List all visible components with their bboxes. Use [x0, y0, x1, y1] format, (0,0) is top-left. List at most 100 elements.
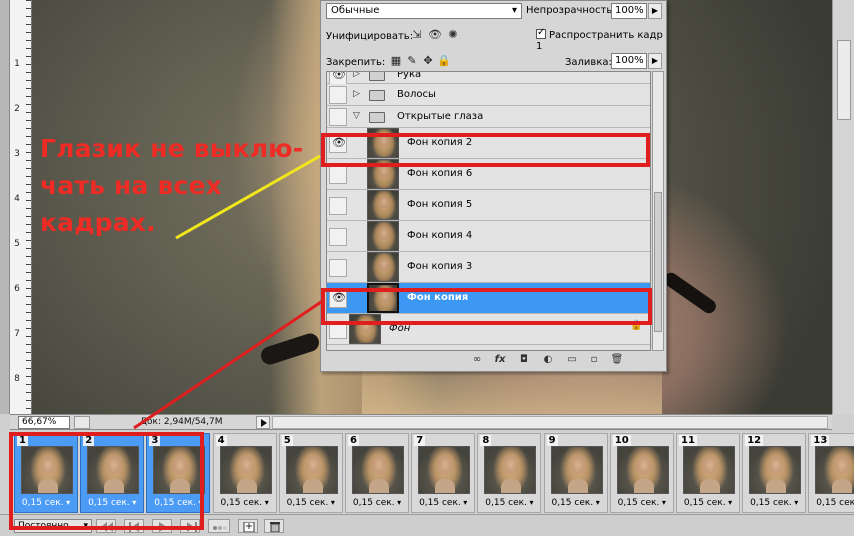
scrollbar-thumb[interactable]: [837, 40, 851, 120]
animation-frame[interactable]: 7 0,15 сек.: [411, 433, 476, 513]
layers-scrollbar[interactable]: [652, 71, 664, 351]
tween-icon[interactable]: [208, 519, 230, 533]
vertical-ruler: 1 2 3 4 5 6 7 8: [10, 0, 32, 414]
adjustment-icon[interactable]: ◐: [540, 353, 556, 367]
ruler-number: 1: [14, 59, 20, 69]
visibility-eye-icon[interactable]: [329, 228, 347, 246]
visibility-eye-icon[interactable]: [329, 259, 347, 277]
lock-pixels-brush-icon[interactable]: ✎: [405, 54, 419, 70]
annotation-text: Глазик не выклю- чать на всех кадрах.: [40, 130, 330, 241]
highlight-box-layer-copy: [321, 288, 652, 325]
animation-frame[interactable]: 11 0,15 сек.: [676, 433, 740, 513]
frame-delay-select[interactable]: 0,15 сек.: [346, 498, 408, 508]
frame-thumbnail: [484, 446, 537, 494]
folder-icon: [369, 90, 385, 101]
folder-icon: [369, 112, 385, 123]
animation-frame[interactable]: 8 0,15 сек.: [477, 433, 542, 513]
ruler-number: 5: [14, 239, 20, 249]
annotation-line: чать на всех: [40, 171, 223, 200]
trash-icon[interactable]: 🗑: [609, 353, 625, 367]
checkbox-checked-icon[interactable]: [536, 27, 546, 39]
fill-slider-arrow-icon[interactable]: ▶: [648, 53, 662, 69]
layer-group-row[interactable]: ▷ Рука: [327, 71, 650, 85]
propagate-frame-checkbox[interactable]: Распространить кадр 1: [536, 27, 666, 52]
layer-name: Волосы: [397, 89, 436, 100]
frame-number: 13: [811, 435, 830, 446]
layer-name: Открытые глаза: [397, 111, 484, 122]
blend-mode-select[interactable]: Обычные: [326, 3, 522, 19]
visibility-eye-icon[interactable]: [329, 166, 347, 184]
scrollbar-thumb[interactable]: [654, 192, 662, 332]
layer-thumbnail: [367, 190, 399, 220]
animation-frame[interactable]: 12 0,15 сек.: [742, 433, 807, 513]
frame-delay-select[interactable]: 0,15 сек.: [743, 498, 805, 508]
opacity-field[interactable]: 100%: [611, 3, 647, 19]
frame-thumbnail: [683, 446, 735, 494]
fill-field[interactable]: 100%: [611, 53, 647, 69]
fx-icon[interactable]: fx: [492, 353, 508, 367]
status-menu-arrow-icon[interactable]: [256, 416, 270, 429]
animation-frame[interactable]: 4 0,15 сек.: [212, 433, 277, 513]
animation-frame[interactable]: 10 0,15 сек.: [609, 433, 674, 513]
visibility-eye-icon[interactable]: [329, 72, 347, 85]
visibility-eye-icon[interactable]: [329, 197, 347, 215]
frame-thumbnail: [418, 446, 471, 494]
zoom-field[interactable]: 66,67%: [18, 416, 70, 429]
animation-frame[interactable]: 9 0,15 сек.: [543, 433, 608, 513]
frame-delay-select[interactable]: 0,15 сек.: [478, 498, 540, 508]
ruler-number: 8: [14, 374, 20, 384]
triangle-right-icon[interactable]: ▷: [353, 72, 360, 79]
layer-name: Рука: [397, 71, 422, 80]
frame-thumbnail: [749, 446, 802, 494]
frame-delay-select[interactable]: 0,15 сек.: [280, 498, 342, 508]
mask-icon[interactable]: ◘: [516, 353, 532, 367]
layer-group-row[interactable]: ▽ Открытые глаза: [327, 106, 650, 128]
layer-row[interactable]: Фон копия 4: [327, 221, 650, 252]
vertical-scrollbar[interactable]: [832, 0, 854, 414]
triangle-down-icon[interactable]: ▽: [353, 111, 360, 121]
visibility-eye-icon[interactable]: [329, 86, 347, 104]
link-icon[interactable]: ∞: [469, 353, 485, 367]
highlight-box-frames: [9, 432, 204, 530]
new-layer-icon[interactable]: ▫: [586, 353, 602, 367]
unify-visibility-icon[interactable]: 👁: [427, 28, 443, 44]
lock-position-move-icon[interactable]: ✥: [421, 54, 435, 70]
frame-number: 7: [414, 435, 426, 446]
layer-name: Фон копия 3: [407, 261, 473, 272]
frame-thumbnail: [352, 446, 404, 494]
delete-frame-icon[interactable]: [264, 519, 284, 533]
layers-footer: ∞ fx ◘ ◐ ▭ ▫ 🗑: [326, 353, 666, 369]
frame-thumbnail: [219, 446, 272, 494]
unify-position-icon[interactable]: ⇲: [409, 28, 425, 44]
frame-delay-select[interactable]: 0,15 сек.: [809, 498, 854, 508]
lock-transparency-icon[interactable]: ▦: [389, 54, 403, 70]
unify-style-icon[interactable]: ✺: [445, 28, 461, 44]
animation-frame[interactable]: 13 0,15 сек.: [808, 433, 854, 513]
frame-delay-select[interactable]: 0,15 сек.: [677, 498, 739, 508]
animation-frame[interactable]: 6 0,15 сек.: [345, 433, 409, 513]
layer-group-row[interactable]: ▷ Волосы: [327, 84, 650, 106]
opacity-label: Непрозрачность:: [526, 5, 616, 16]
opacity-slider-arrow-icon[interactable]: ▶: [648, 3, 662, 19]
triangle-right-icon[interactable]: ▷: [353, 89, 360, 99]
lock-all-icon[interactable]: 🔒: [437, 54, 451, 70]
layer-row[interactable]: Фон копия 5: [327, 190, 650, 221]
frame-delay-select[interactable]: 0,15 сек.: [545, 498, 607, 508]
frame-delay-select[interactable]: 0,15 сек.: [412, 498, 474, 508]
document-size: Док: 2,94M/54,7M: [140, 417, 223, 427]
frame-thumbnail: [815, 446, 854, 494]
highlight-box-layer-copy2: [321, 133, 650, 167]
frame-number: 9: [546, 435, 558, 446]
ruler-number: 3: [14, 149, 20, 159]
unify-label: Унифицировать:: [326, 31, 414, 42]
frame-thumbnail: [616, 446, 669, 494]
visibility-eye-icon[interactable]: [329, 108, 347, 126]
frame-delay-select[interactable]: 0,15 сек.: [611, 498, 673, 508]
horizontal-scrollbar[interactable]: [272, 416, 828, 429]
layer-row[interactable]: Фон копия 3: [327, 252, 650, 283]
animation-frame[interactable]: 5 0,15 сек.: [278, 433, 343, 513]
status-info-icon[interactable]: [74, 416, 90, 429]
duplicate-frame-icon[interactable]: [238, 519, 258, 533]
frame-delay-select[interactable]: 0,15 сек.: [214, 498, 276, 508]
group-folder-icon[interactable]: ▭: [564, 353, 580, 367]
